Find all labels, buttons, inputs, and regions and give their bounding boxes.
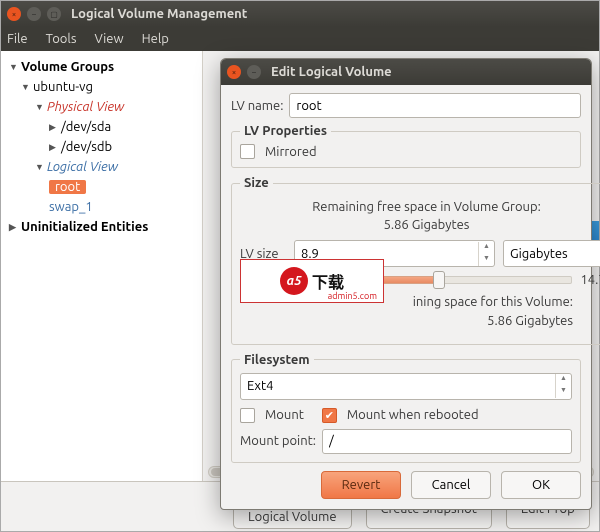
minimize-icon[interactable]: –: [27, 7, 41, 21]
tree-logical-view[interactable]: ▼Logical View: [5, 157, 198, 177]
remaining-vg-text: Remaining free space in Volume Group: 5.…: [240, 198, 600, 234]
mirrored-checkbox[interactable]: [240, 144, 255, 159]
tree-panel: ▼Volume Groups ▼ubuntu-vg ▼Physical View…: [1, 51, 203, 481]
revert-button[interactable]: Revert: [321, 471, 401, 499]
slider-thumb[interactable]: [433, 271, 445, 289]
tree-uninitialized[interactable]: ▶Uninitialized Entities: [5, 217, 198, 237]
mount-label: Mount: [265, 408, 304, 422]
filesystem-group: Filesystem ▲▼ Mount ✔ Mount when reboote…: [231, 353, 581, 463]
size-group: Size Remaining free space in Volume Grou…: [231, 176, 600, 345]
tree-physical-view[interactable]: ▼Physical View: [5, 97, 198, 117]
ok-button[interactable]: OK: [501, 471, 581, 499]
mount-reboot-checkbox[interactable]: ✔: [322, 408, 337, 423]
menu-tools[interactable]: Tools: [46, 32, 77, 46]
tree-dev-sdb[interactable]: ▶/dev/sdb: [5, 137, 198, 157]
edit-lv-dialog: × – Edit Logical Volume LV name: LV Prop…: [220, 58, 592, 510]
mount-checkbox[interactable]: [240, 408, 255, 423]
tree-dev-sda[interactable]: ▶/dev/sda: [5, 117, 198, 137]
lv-size-unit-select[interactable]: ▲▼: [503, 240, 600, 267]
maximize-icon[interactable]: ▢: [47, 7, 61, 21]
lv-properties-legend: LV Properties: [240, 124, 331, 138]
size-legend: Size: [240, 176, 273, 190]
mount-point-input[interactable]: [322, 429, 572, 454]
tree-volume-groups[interactable]: ▼Volume Groups: [5, 57, 198, 77]
cancel-button[interactable]: Cancel: [411, 471, 491, 499]
lv-properties-group: LV Properties Mirrored: [231, 124, 581, 168]
watermark-icon: a5: [280, 267, 308, 295]
mirrored-label: Mirrored: [265, 145, 317, 159]
tree-lv-swap[interactable]: swap_1: [5, 197, 198, 217]
filesystem-legend: Filesystem: [240, 353, 314, 367]
filesystem-select[interactable]: ▲▼: [240, 373, 572, 400]
mount-reboot-label: Mount when rebooted: [347, 408, 479, 422]
menu-view[interactable]: View: [94, 32, 123, 46]
chevron-up-icon[interactable]: ▲: [556, 374, 571, 386]
chevron-down-icon[interactable]: ▼: [556, 386, 571, 398]
menu-help[interactable]: Help: [142, 32, 169, 46]
dialog-minimize-icon[interactable]: –: [247, 65, 261, 79]
menu-file[interactable]: File: [7, 32, 28, 46]
main-titlebar[interactable]: × – ▢ Logical Volume Management: [1, 1, 599, 27]
tree-lv-root[interactable]: root: [5, 177, 198, 197]
menubar: File Tools View Help: [1, 27, 599, 51]
dialog-title: Edit Logical Volume: [271, 65, 392, 79]
chevron-down-icon[interactable]: ▼: [479, 254, 494, 266]
close-icon[interactable]: ×: [7, 7, 21, 21]
lv-name-input[interactable]: [289, 93, 581, 118]
dialog-titlebar[interactable]: × – Edit Logical Volume: [221, 59, 591, 85]
slider-max-label: 14.76: [580, 273, 600, 287]
lv-name-label: LV name:: [231, 99, 283, 113]
tree-vg-ubuntu[interactable]: ▼ubuntu-vg: [5, 77, 198, 97]
window-title: Logical Volume Management: [71, 7, 247, 21]
chevron-up-icon[interactable]: ▲: [479, 242, 494, 254]
watermark-logo: a5 下载 admin5.com: [240, 259, 384, 303]
mount-point-label: Mount point:: [240, 434, 316, 448]
dialog-close-icon[interactable]: ×: [227, 65, 241, 79]
